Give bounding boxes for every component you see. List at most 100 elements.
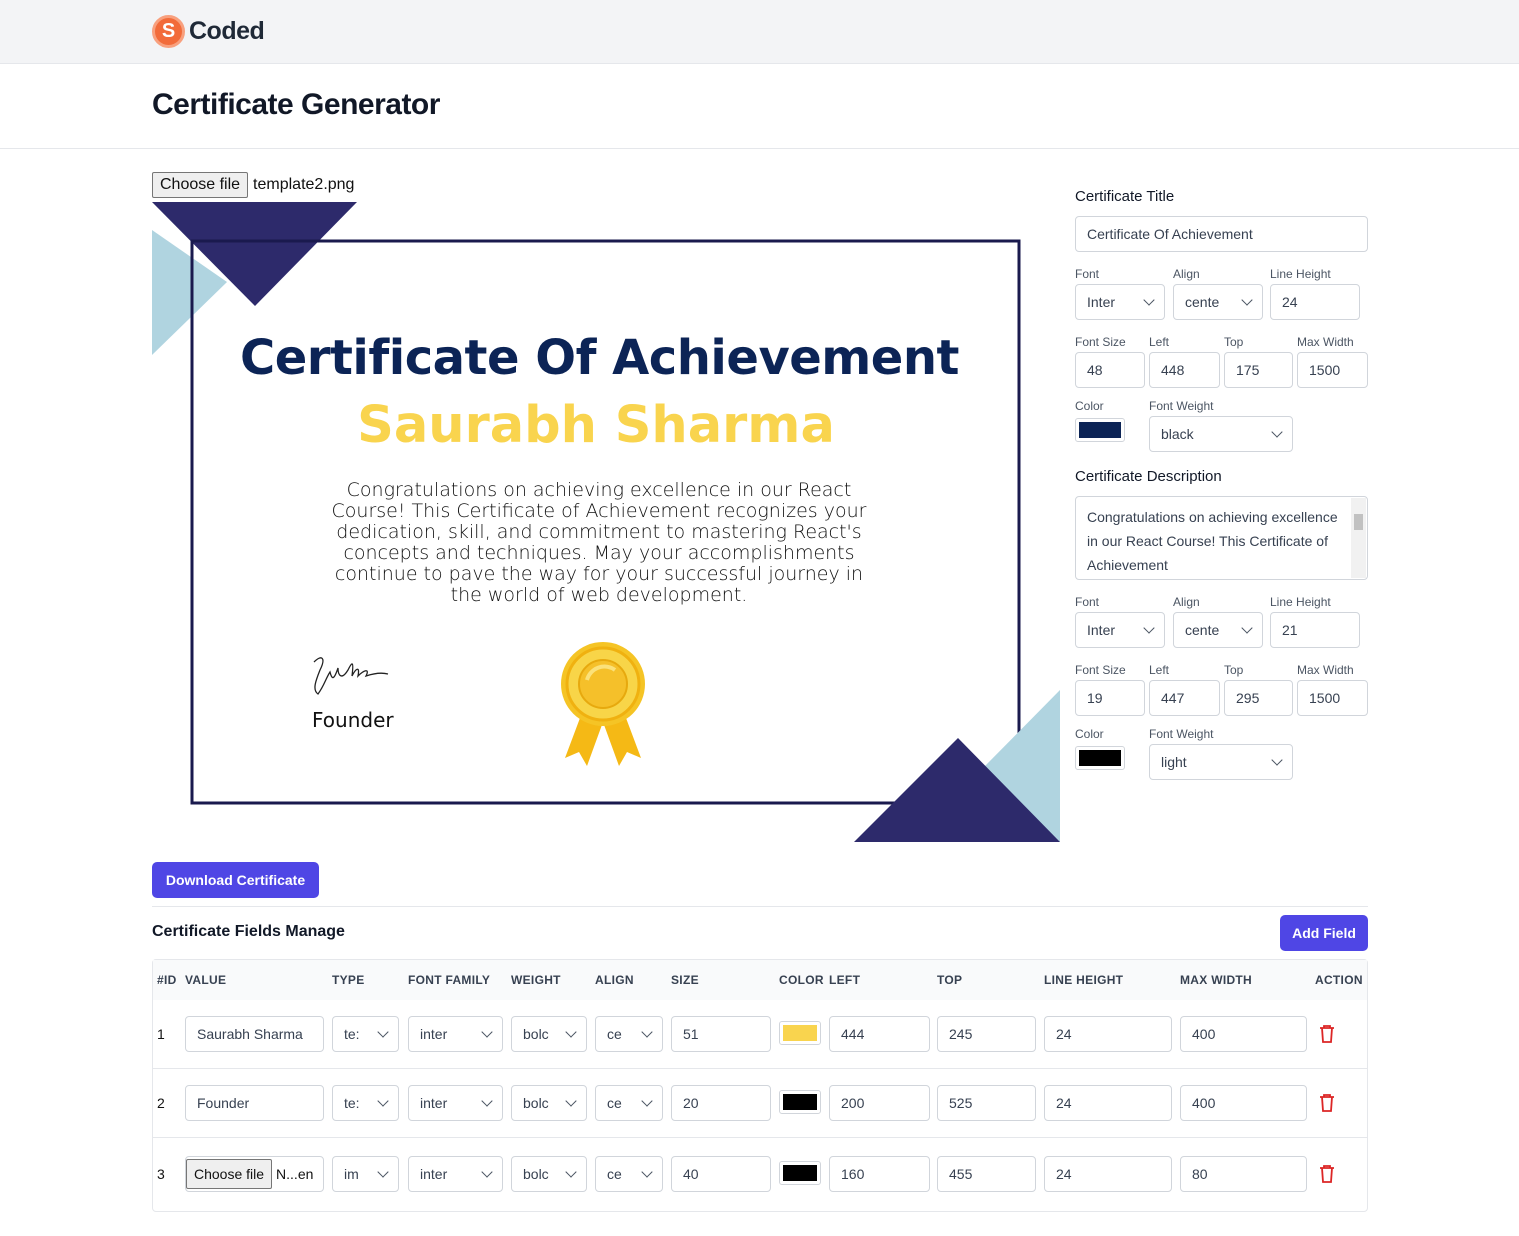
title-line-height-input[interactable]: 24 (1270, 284, 1360, 320)
founder-label: Founder (312, 708, 394, 732)
desc-font-select[interactable]: Inter (1075, 612, 1165, 648)
row-top-input[interactable]: 525 (937, 1085, 1036, 1121)
col-weight: WEIGHT (511, 973, 561, 987)
title-color-picker[interactable] (1075, 418, 1125, 442)
row-color-picker[interactable] (779, 1090, 821, 1114)
desc-line-height-label: Line Height (1270, 595, 1331, 609)
row-size-input[interactable]: 40 (671, 1156, 771, 1192)
row-type-select[interactable]: im (332, 1156, 399, 1192)
col-action: ACTION (1315, 973, 1363, 987)
row-line-height-input[interactable]: 24 (1044, 1156, 1172, 1192)
row-left-input[interactable]: 444 (829, 1016, 930, 1052)
page-title: Certificate Generator (152, 88, 440, 121)
row-align-select[interactable]: ce (595, 1085, 663, 1121)
chevron-down-icon (1143, 622, 1155, 634)
title-font-weight-value: black (1161, 426, 1194, 442)
title-align-select[interactable]: cente (1173, 284, 1263, 320)
add-field-button[interactable]: Add Field (1280, 915, 1368, 951)
row-max-width-input[interactable]: 80 (1180, 1156, 1307, 1192)
desc-color-picker[interactable] (1075, 746, 1125, 770)
certificate-recipient-name: Saurabh Sharma (357, 396, 835, 455)
title-color-swatch (1079, 422, 1121, 438)
row-left-input[interactable]: 160 (829, 1156, 930, 1192)
row-file-name: N...en (276, 1166, 314, 1182)
scrollbar-thumb[interactable] (1354, 514, 1363, 530)
title-max-width-input[interactable]: 1500 (1297, 352, 1368, 388)
col-max-width: MAX WIDTH (1180, 973, 1253, 987)
title-font-label: Font (1075, 267, 1100, 281)
signature-icon (313, 657, 389, 695)
row-line-height-input[interactable]: 24 (1044, 1085, 1172, 1121)
row-weight-select[interactable]: bolc (511, 1156, 587, 1192)
row-line-height-input[interactable]: 24 (1044, 1016, 1172, 1052)
section-divider (152, 906, 1368, 907)
row-size-input[interactable]: 20 (671, 1085, 771, 1121)
row-weight-select[interactable]: bolc (511, 1016, 587, 1052)
row-font-select[interactable]: inter (408, 1156, 503, 1192)
desc-top-input[interactable]: 295 (1224, 680, 1293, 716)
brand-logo[interactable]: S Coded (152, 15, 265, 48)
row-color-picker[interactable] (779, 1161, 821, 1185)
chevron-down-icon (1241, 294, 1253, 306)
col-left: LEFT (829, 973, 861, 987)
desc-font-weight-value: light (1161, 754, 1187, 770)
textarea-scrollbar[interactable] (1351, 498, 1366, 578)
certificate-preview: Certificate Of Achievement Saurabh Sharm… (152, 202, 1060, 842)
row-align-select[interactable]: ce (595, 1016, 663, 1052)
title-left-input[interactable]: 448 (1149, 352, 1220, 388)
title-text-input[interactable]: Certificate Of Achievement (1075, 216, 1368, 252)
row-value-input[interactable]: Founder (185, 1085, 324, 1121)
desc-font-size-input[interactable]: 19 (1075, 680, 1145, 716)
row-align-value: ce (607, 1026, 622, 1042)
download-certificate-button[interactable]: Download Certificate (152, 862, 319, 898)
desc-align-select[interactable]: cente (1173, 612, 1263, 648)
choose-file-button[interactable]: Choose file (152, 172, 249, 198)
row-weight-select[interactable]: bolc (511, 1085, 587, 1121)
row-color-swatch (783, 1094, 817, 1110)
row-top-input[interactable]: 455 (937, 1156, 1036, 1192)
row-type-select[interactable]: te: (332, 1085, 399, 1121)
chevron-down-icon (481, 1026, 493, 1038)
row-font-select[interactable]: inter (408, 1016, 503, 1052)
desc-max-width-input[interactable]: 1500 (1297, 680, 1368, 716)
chevron-down-icon (641, 1095, 653, 1107)
description-textarea[interactable]: Congratulations on achieving excellence … (1075, 496, 1368, 580)
row-size-input[interactable]: 51 (671, 1016, 771, 1052)
delete-trash-icon[interactable] (1319, 1093, 1335, 1112)
title-font-size-input[interactable]: 48 (1075, 352, 1145, 388)
logo-icon: S (152, 15, 185, 48)
row-top-input[interactable]: 245 (937, 1016, 1036, 1052)
row-image-file-input: Choose file N...en (185, 1156, 324, 1192)
desc-font-weight-select[interactable]: light (1149, 744, 1293, 780)
desc-align-label: Align (1173, 595, 1200, 609)
desc-line-height-input[interactable]: 21 (1270, 612, 1360, 648)
row-divider (153, 1137, 1367, 1138)
row-value-input[interactable]: Saurabh Sharma (185, 1016, 324, 1052)
top-navbar: S Coded (0, 0, 1519, 64)
row-weight-value: bolc (523, 1166, 549, 1182)
row-choose-file-button[interactable]: Choose file (186, 1159, 273, 1189)
row-max-width-input[interactable]: 400 (1180, 1016, 1307, 1052)
row-type-value: te: (344, 1095, 360, 1111)
row-font-select[interactable]: inter (408, 1085, 503, 1121)
row-max-width-input[interactable]: 400 (1180, 1085, 1307, 1121)
certificate-description-text: Congratulations on achieving excellence … (331, 479, 867, 606)
desc-font-label: Font (1075, 595, 1100, 609)
delete-trash-icon[interactable] (1319, 1024, 1335, 1043)
row-id: 3 (157, 1166, 165, 1182)
desc-left-input[interactable]: 447 (1149, 680, 1220, 716)
chevron-down-icon (1241, 622, 1253, 634)
title-font-weight-select[interactable]: black (1149, 416, 1293, 452)
title-font-select[interactable]: Inter (1075, 284, 1165, 320)
delete-trash-icon[interactable] (1319, 1164, 1335, 1183)
desc-color-label: Color (1075, 727, 1104, 741)
row-font-value: inter (420, 1166, 448, 1182)
title-top-input[interactable]: 175 (1224, 352, 1293, 388)
title-font-size-label: Font Size (1075, 335, 1126, 349)
row-left-input[interactable]: 200 (829, 1085, 930, 1121)
title-color-label: Color (1075, 399, 1104, 413)
row-color-picker[interactable] (779, 1021, 821, 1045)
row-type-select[interactable]: te: (332, 1016, 399, 1052)
row-align-select[interactable]: ce (595, 1156, 663, 1192)
template-file-input: Choose file template2.png (152, 172, 354, 198)
